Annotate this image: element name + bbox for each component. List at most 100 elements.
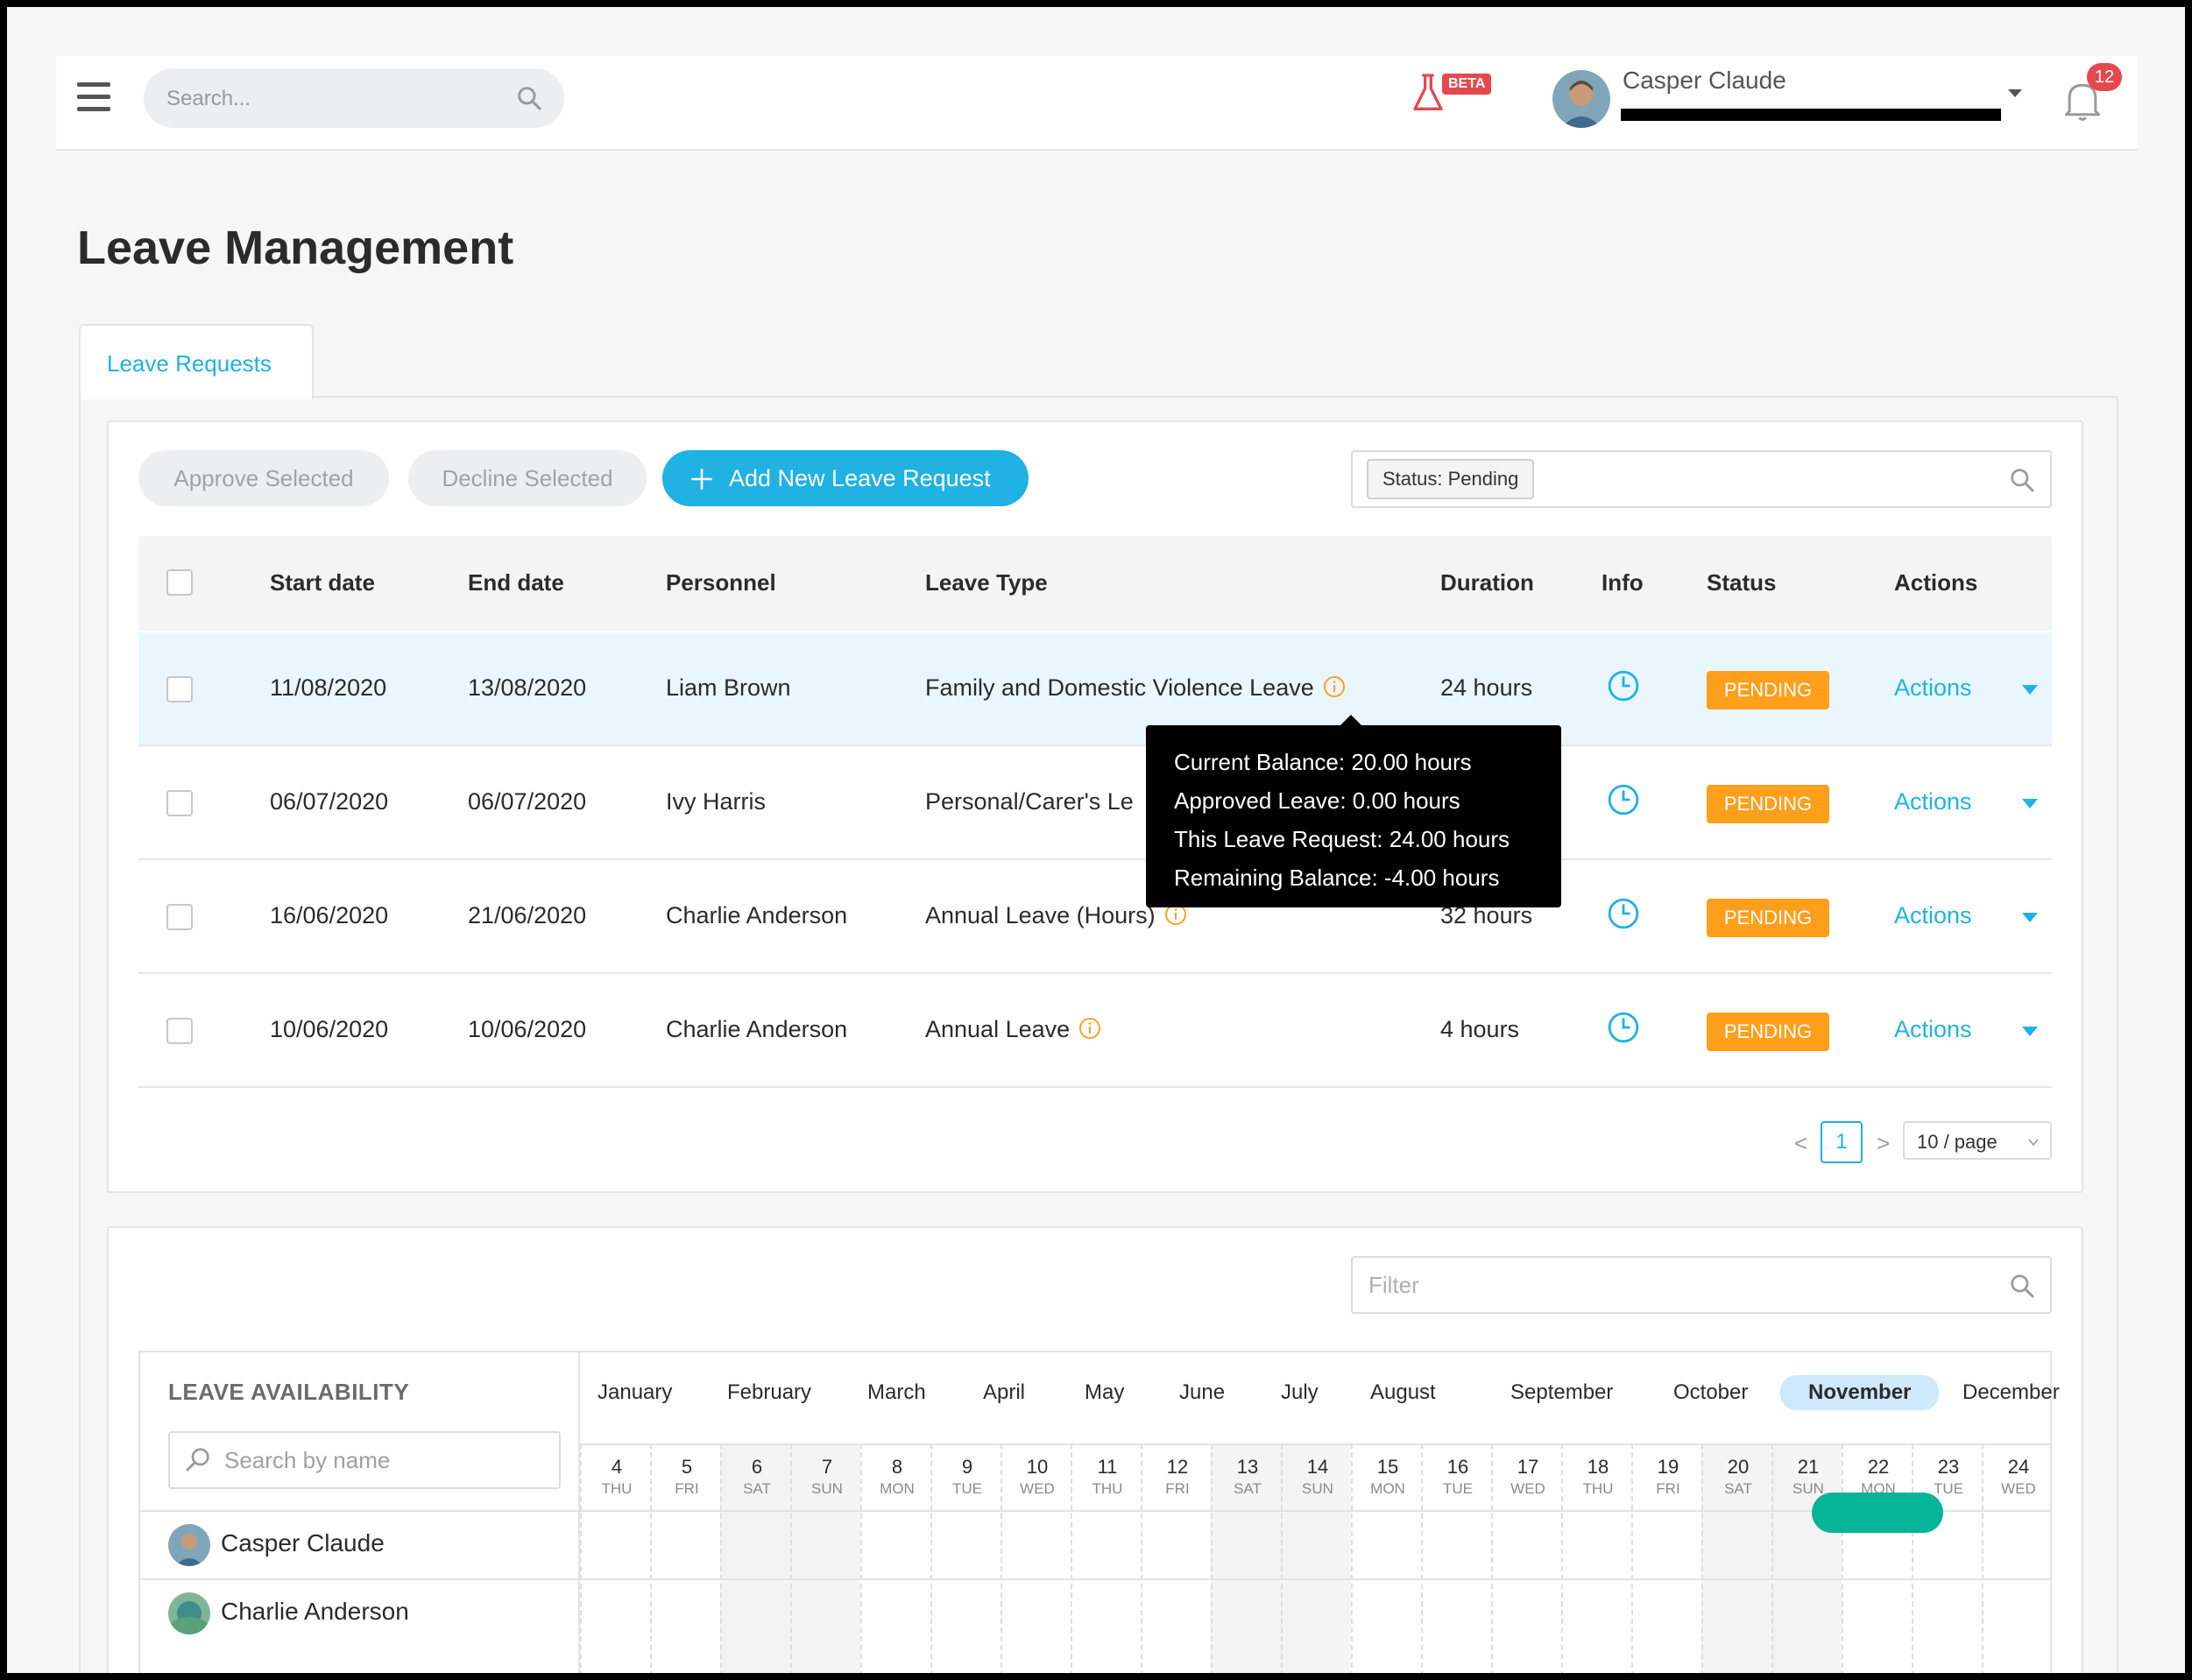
select-all-checkbox[interactable]: [166, 569, 193, 596]
leave-bar[interactable]: [1812, 1493, 1943, 1533]
pagination-page[interactable]: 1: [1821, 1121, 1863, 1163]
month-december[interactable]: December: [1962, 1380, 2060, 1405]
column-header-start[interactable]: Start date: [270, 569, 375, 596]
approve-selected-button[interactable]: Approve Selected: [138, 450, 389, 506]
day-number: 9: [961, 1456, 973, 1478]
clock-icon[interactable]: [1607, 897, 1640, 930]
tab-label: Leave Requests: [107, 350, 272, 377]
availability-person-row[interactable]: Casper Claude: [140, 1510, 578, 1580]
user-avatar[interactable]: [1552, 70, 1610, 128]
pagination-prev[interactable]: <: [1794, 1130, 1807, 1157]
leave-requests-card: Approve Selected Decline Selected Add Ne…: [107, 420, 2083, 1193]
row-checkbox[interactable]: [166, 1018, 193, 1044]
search-icon[interactable]: [2008, 466, 2036, 494]
day-column: 11 THU: [1071, 1444, 1141, 1673]
row-checkbox[interactable]: [166, 904, 193, 930]
month-january[interactable]: January: [597, 1380, 672, 1405]
clock-icon[interactable]: [1607, 783, 1640, 816]
app-window: BETA Casper Claude 12 Leave Management L…: [7, 7, 2185, 1673]
day-column: 5 FRI: [650, 1444, 720, 1673]
duration: 24 hours: [1440, 674, 1533, 701]
search-icon[interactable]: [2008, 1272, 2036, 1300]
column-header-end[interactable]: End date: [468, 569, 564, 596]
caret-down-icon[interactable]: [2022, 685, 2038, 695]
clock-icon[interactable]: [1607, 669, 1640, 702]
row-checkbox[interactable]: [166, 790, 193, 816]
month-august[interactable]: August: [1370, 1380, 1436, 1405]
leave-availability-card: LEAVE AVAILABILITY Casper Claude: [107, 1226, 2083, 1673]
end-date: 21/06/2020: [468, 902, 587, 928]
decline-selected-button[interactable]: Decline Selected: [408, 450, 647, 506]
avatar: [168, 1592, 210, 1634]
page-size-select[interactable]: 10 / page: [1903, 1121, 2052, 1160]
hamburger-icon[interactable]: [77, 82, 110, 112]
table-row[interactable]: 16/06/2020 21/06/2020 Charlie Anderson A…: [138, 860, 2052, 974]
availability-people-column: LEAVE AVAILABILITY Casper Claude: [140, 1352, 580, 1673]
end-date: 10/06/2020: [468, 1016, 587, 1042]
month-april[interactable]: April: [983, 1380, 1025, 1405]
column-header-personnel[interactable]: Personnel: [666, 569, 776, 596]
caret-down-icon[interactable]: [2022, 1027, 2038, 1036]
caret-down-icon[interactable]: [2022, 799, 2038, 808]
column-header-leave-type[interactable]: Leave Type: [925, 569, 1048, 596]
availability-filter[interactable]: [1351, 1256, 2052, 1314]
day-column: 19 FRI: [1631, 1444, 1701, 1673]
column-header-duration[interactable]: Duration: [1440, 569, 1534, 596]
tab-leave-requests[interactable]: Leave Requests: [79, 324, 314, 399]
month-july[interactable]: July: [1281, 1380, 1319, 1405]
table-row[interactable]: 06/07/2020 06/07/2020 Ivy Harris Persona…: [138, 746, 2052, 860]
table-row[interactable]: 10/06/2020 10/06/2020 Charlie Anderson A…: [138, 974, 2052, 1088]
column-header-info: Info: [1602, 569, 1644, 596]
search-icon[interactable]: [515, 84, 543, 112]
day-column: 13 SAT: [1211, 1444, 1281, 1673]
name-search[interactable]: [168, 1431, 561, 1489]
caret-down-icon[interactable]: [2008, 89, 2022, 97]
month-may[interactable]: May: [1085, 1380, 1124, 1405]
month-september[interactable]: September: [1510, 1380, 1613, 1405]
month-february[interactable]: February: [727, 1380, 811, 1405]
month-march[interactable]: March: [867, 1380, 926, 1405]
personnel-name: Charlie Anderson: [666, 1016, 848, 1042]
month-october[interactable]: October: [1673, 1380, 1748, 1405]
actions-dropdown[interactable]: Actions: [1894, 674, 1972, 702]
availability-filter-input[interactable]: [1367, 1268, 1983, 1302]
leave-type-label: Family and Domestic Violence Leave: [925, 674, 1314, 701]
day-weekday: SAT: [743, 1480, 771, 1497]
actions-dropdown[interactable]: Actions: [1894, 1016, 1972, 1043]
actions-dropdown[interactable]: Actions: [1894, 902, 1972, 929]
status-badge: PENDING: [1707, 899, 1829, 937]
day-weekday: WED: [1510, 1480, 1545, 1497]
user-name[interactable]: Casper Claude: [1623, 67, 1786, 95]
pagination-next[interactable]: >: [1877, 1130, 1890, 1157]
day-number: 7: [821, 1456, 833, 1478]
add-leave-request-label: Add New Leave Request: [729, 465, 991, 491]
tooltip-this-request: This Leave Request: 24.00 hours: [1174, 826, 1510, 852]
month-june[interactable]: June: [1179, 1380, 1225, 1405]
day-weekday: SAT: [1234, 1480, 1262, 1497]
actions-dropdown[interactable]: Actions: [1894, 788, 1972, 815]
column-header-status[interactable]: Status: [1707, 569, 1776, 596]
availability-person-row[interactable]: Charlie Anderson: [140, 1578, 578, 1648]
month-november[interactable]: November: [1780, 1375, 1940, 1410]
name-search-input[interactable]: [223, 1444, 541, 1477]
add-leave-request-button[interactable]: Add New Leave Request: [662, 450, 1029, 506]
row-checkbox[interactable]: [166, 676, 193, 702]
personnel-name: Ivy Harris: [666, 788, 766, 815]
status-filter-tag[interactable]: Status: Pending: [1367, 459, 1535, 499]
flask-icon[interactable]: [1411, 72, 1446, 114]
table-row[interactable]: 11/08/2020 13/08/2020 Liam Brown Family …: [138, 632, 2052, 746]
page-title: Leave Management: [77, 222, 514, 274]
plus-icon: [691, 469, 712, 490]
day-number: 10: [1026, 1456, 1049, 1478]
start-date: 16/06/2020: [270, 902, 389, 928]
status-filter-box[interactable]: Status: Pending: [1351, 450, 2052, 508]
info-icon[interactable]: [1078, 1017, 1101, 1040]
day-number: 16: [1446, 1456, 1469, 1478]
day-number: 5: [681, 1456, 693, 1478]
info-icon[interactable]: [1323, 675, 1346, 698]
global-search[interactable]: [144, 68, 564, 128]
global-search-input[interactable]: [165, 82, 501, 116]
clock-icon[interactable]: [1607, 1011, 1640, 1044]
caret-down-icon[interactable]: [2022, 913, 2038, 922]
day-column: 6 SAT: [720, 1444, 790, 1673]
